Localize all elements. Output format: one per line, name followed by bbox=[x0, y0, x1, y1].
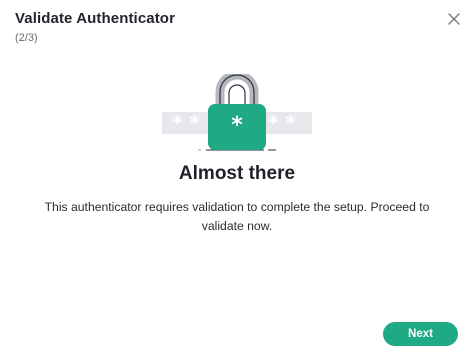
asterisk-left: * * bbox=[172, 111, 200, 135]
step-indicator: (2/3) bbox=[15, 32, 38, 44]
validate-authenticator-dialog: Validate Authenticator (2/3) * * * * * A… bbox=[0, 0, 474, 355]
lock-asterisk: * bbox=[231, 113, 243, 138]
dialog-title: Validate Authenticator bbox=[15, 10, 176, 27]
padlock-password-icon: * * * * * bbox=[162, 74, 312, 151]
asterisk-right: * * bbox=[268, 111, 296, 135]
close-icon[interactable] bbox=[446, 11, 462, 27]
description-text: This authenticator requires validation t… bbox=[44, 200, 430, 233]
next-button[interactable]: Next bbox=[383, 322, 458, 346]
heading: Almost there bbox=[178, 163, 296, 184]
